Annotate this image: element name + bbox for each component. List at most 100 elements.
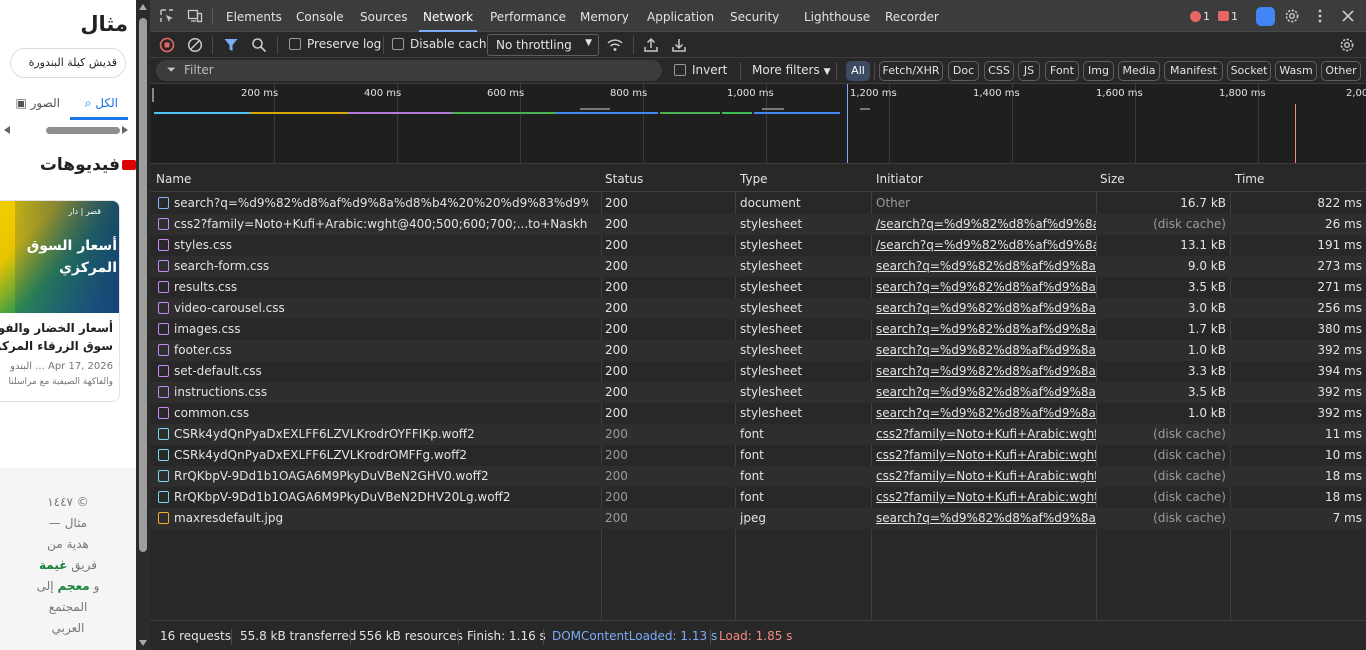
- network-conditions-icon[interactable]: [606, 37, 624, 53]
- table-row[interactable]: RrQKbpV-9Dd1b1OAGA6M9PkyDuVBeN2GHV0.woff…: [150, 466, 1366, 487]
- footer-link-ghaymah[interactable]: غيمة: [39, 558, 67, 572]
- invert-checkbox[interactable]: [674, 64, 686, 76]
- request-initiator[interactable]: css2?family=Noto+Kufi+Arabic:wght@40: [876, 469, 1096, 483]
- request-initiator[interactable]: search?q=%d9%82%d8%af%d9%8a%d8%: [876, 406, 1096, 420]
- table-row[interactable]: RrQKbpV-9Dd1b1OAGA6M9PkyDuVBeN2DHV20Lg.w…: [150, 487, 1366, 508]
- site-logo[interactable]: مثال: [80, 12, 128, 36]
- warnings-badge[interactable]: 1: [1218, 10, 1238, 23]
- footer-link-mujam[interactable]: معجم: [57, 579, 89, 593]
- video-headline[interactable]: أسعار الخضار والفوا سوق الزرقاء المركزي: [0, 319, 113, 355]
- ai-assistance-icon[interactable]: [1256, 7, 1275, 26]
- column-header-name[interactable]: Name: [156, 172, 191, 186]
- filter-funnel-icon[interactable]: [223, 37, 239, 53]
- network-requests-table[interactable]: Name Status Type Initiator Size Time sea…: [150, 164, 1366, 620]
- request-initiator[interactable]: search?q=%d9%82%d8%af%d9%8a%d8%: [876, 280, 1096, 294]
- network-overview-timeline[interactable]: 200 ms 400 ms 600 ms 800 ms 1,000 ms 1,2…: [150, 84, 1366, 164]
- horizontal-scrollbar[interactable]: [4, 126, 128, 134]
- request-initiator[interactable]: /search?q=%d9%82%d8%af%d9%8a%d8%: [876, 217, 1096, 231]
- disable-cache-checkbox[interactable]: [392, 38, 404, 50]
- scroll-down-arrow-icon[interactable]: [139, 640, 147, 646]
- video-thumbnail[interactable]: قصر | دار أسعار السوق المركزي: [0, 201, 119, 313]
- request-initiator[interactable]: search?q=%d9%82%d8%af%d9%8a%d8%: [876, 322, 1096, 336]
- column-header-time[interactable]: Time: [1235, 172, 1264, 186]
- clear-log-icon[interactable]: [187, 37, 203, 53]
- filter-chip-all[interactable]: All: [846, 61, 870, 81]
- tab-lighthouse[interactable]: Lighthouse: [804, 0, 870, 32]
- request-initiator[interactable]: css2?family=Noto+Kufi+Arabic:wght@40: [876, 490, 1096, 504]
- disable-cache-label[interactable]: Disable cache: [410, 37, 494, 51]
- table-row[interactable]: results.css 200 stylesheet search?q=%d9%82%…: [150, 277, 1366, 298]
- request-name[interactable]: CSRk4ydQnPyaDxEXLFF6LZVLKrodrOYFFIKp.wof…: [174, 427, 588, 441]
- search-input[interactable]: قديش كيلة البندورة: [10, 48, 126, 78]
- throttling-select[interactable]: No throttling ▼: [487, 34, 599, 56]
- page-vertical-scrollbar[interactable]: [136, 0, 150, 650]
- filter-input[interactable]: ⏷ Filter: [156, 60, 662, 81]
- table-row[interactable]: styles.css 200 stylesheet/search?q=%d9%82%…: [150, 235, 1366, 256]
- tab-memory[interactable]: Memory: [580, 0, 629, 32]
- request-name[interactable]: RrQKbpV-9Dd1b1OAGA6M9PkyDuVBeN2DHV20Lg.w…: [174, 490, 588, 504]
- table-row[interactable]: common.css 200 stylesheet search?q=%d9%82%d…: [150, 403, 1366, 424]
- request-name[interactable]: search-form.css: [174, 259, 588, 273]
- filter-chip-fetch-xhr[interactable]: Fetch/XHR: [879, 61, 943, 81]
- tab-recorder[interactable]: Recorder: [885, 0, 939, 32]
- scrollbar-thumb[interactable]: [46, 127, 120, 134]
- scroll-right-arrow-icon[interactable]: [122, 126, 128, 134]
- request-initiator[interactable]: search?q=%d9%82%d8%af%d9%8a%d8%: [876, 385, 1096, 399]
- table-row[interactable]: footer.css 200 stylesheet search?q=%d9%82%d…: [150, 340, 1366, 361]
- tab-all[interactable]: ⌕ الكل: [85, 96, 118, 111]
- filter-chip-css[interactable]: CSS: [984, 61, 1014, 81]
- request-initiator[interactable]: search?q=%d9%82%d8%af%d9%8a%d8%: [876, 301, 1096, 315]
- tab-sources[interactable]: Sources: [360, 0, 407, 32]
- filter-chip-manifest[interactable]: Manifest: [1164, 61, 1223, 81]
- request-name[interactable]: instructions.css: [174, 385, 588, 399]
- request-initiator[interactable]: css2?family=Noto+Kufi+Arabic:wght@40: [876, 448, 1096, 462]
- request-name[interactable]: video-carousel.css: [174, 301, 588, 315]
- request-name[interactable]: maxresdefault.jpg: [174, 511, 588, 525]
- request-initiator[interactable]: search?q=%d9%82%d8%af%d9%8a%d8%: [876, 259, 1096, 273]
- errors-badge[interactable]: 1: [1190, 10, 1210, 23]
- column-header-initiator[interactable]: Initiator: [876, 172, 923, 186]
- video-card[interactable]: قصر | دار أسعار السوق المركزي أسعار الخضا…: [0, 200, 120, 402]
- filter-chip-media[interactable]: Media: [1118, 61, 1160, 81]
- more-filters-dropdown[interactable]: More filters ▼: [752, 63, 830, 77]
- column-header-status[interactable]: Status: [605, 172, 643, 186]
- tab-performance[interactable]: Performance: [490, 0, 566, 32]
- request-initiator[interactable]: search?q=%d9%82%d8%af%d9%8a%d8%: [876, 511, 1096, 525]
- column-header-size[interactable]: Size: [1100, 172, 1125, 186]
- request-name[interactable]: css2?family=Noto+Kufi+Arabic:wght@400;50…: [174, 217, 588, 231]
- filter-chip-font[interactable]: Font: [1045, 61, 1079, 81]
- filter-chip-img[interactable]: Img: [1083, 61, 1114, 81]
- request-name[interactable]: images.css: [174, 322, 588, 336]
- preserve-log-label[interactable]: Preserve log: [307, 37, 381, 51]
- inspect-element-icon[interactable]: [159, 8, 175, 24]
- preserve-log-checkbox[interactable]: [289, 38, 301, 50]
- request-name[interactable]: CSRk4ydQnPyaDxEXLFF6LZVLKrodrOMFFg.woff2: [174, 448, 588, 462]
- tab-images[interactable]: ▣ الصور: [15, 96, 60, 110]
- request-name[interactable]: search?q=%d9%82%d8%af%d9%8a%d8%b4%20%20%…: [174, 196, 588, 210]
- network-settings-gear-icon[interactable]: [1339, 37, 1355, 53]
- invert-label[interactable]: Invert: [692, 63, 727, 77]
- request-name[interactable]: styles.css: [174, 238, 588, 252]
- column-header-type[interactable]: Type: [740, 172, 768, 186]
- scroll-up-arrow-icon[interactable]: [139, 4, 147, 10]
- close-devtools-icon[interactable]: [1340, 8, 1356, 24]
- table-row[interactable]: CSRk4ydQnPyaDxEXLFF6LZVLKrodrOYFFIKp.wof…: [150, 424, 1366, 445]
- request-initiator[interactable]: css2?family=Noto+Kufi+Arabic:wght@40: [876, 427, 1096, 441]
- table-row[interactable]: search?q=%d9%82%d8%af%d9%8a%d8%b4%20%20%…: [150, 193, 1366, 214]
- settings-gear-icon[interactable]: [1284, 8, 1300, 24]
- import-har-icon[interactable]: [643, 37, 659, 53]
- table-row[interactable]: set-default.css 200 stylesheet search?q=%d9…: [150, 361, 1366, 382]
- request-name[interactable]: results.css: [174, 280, 588, 294]
- page-scrollbar-thumb[interactable]: [139, 18, 147, 552]
- request-initiator[interactable]: /search?q=%d9%82%d8%af%d9%8a%d8%: [876, 238, 1096, 252]
- filter-chip-wasm[interactable]: Wasm: [1275, 61, 1317, 81]
- scroll-left-arrow-icon[interactable]: [4, 126, 10, 134]
- table-row[interactable]: images.css 200 stylesheet search?q=%d9%82%d…: [150, 319, 1366, 340]
- request-name[interactable]: RrQKbpV-9Dd1b1OAGA6M9PkyDuVBeN2GHV0.woff…: [174, 469, 588, 483]
- request-initiator[interactable]: search?q=%d9%82%d8%af%d9%8a%d8%: [876, 364, 1096, 378]
- overview-range-handle[interactable]: [152, 88, 154, 102]
- tab-security[interactable]: Security: [730, 0, 779, 32]
- tab-elements[interactable]: Elements: [226, 0, 282, 32]
- table-row[interactable]: CSRk4ydQnPyaDxEXLFF6LZVLKrodrOMFFg.woff2…: [150, 445, 1366, 466]
- tab-application[interactable]: Application: [647, 0, 714, 32]
